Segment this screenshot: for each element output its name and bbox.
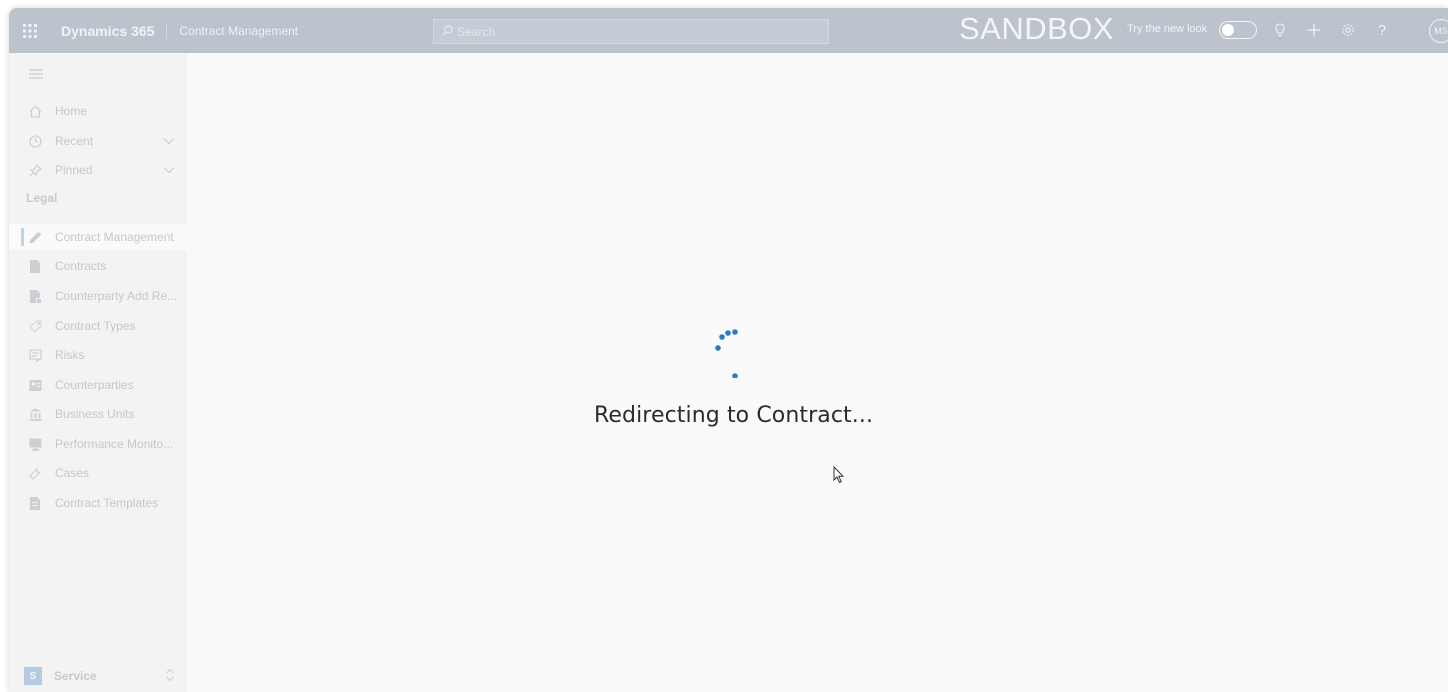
document-icon (27, 258, 43, 274)
new-look-toggle[interactable] (1219, 21, 1257, 39)
sidebar-item-counterparty-add-requests[interactable]: Counterparty Add Re... (9, 283, 187, 309)
pencil-icon (27, 229, 43, 245)
sidebar-item-label: Cases (55, 466, 90, 480)
sidebar-item-label: Counterparties (55, 378, 134, 392)
sidebar-item-contract-types[interactable]: Contract Types (9, 313, 187, 339)
sidebar-item-label: Risks (55, 348, 85, 362)
tag-icon (27, 318, 43, 334)
sidebar-item-contracts[interactable]: Contracts (9, 253, 187, 279)
sidebar-item-label: Contract Types (55, 319, 136, 333)
sidebar-item-label: Recent (55, 134, 94, 148)
sidebar-item-label: Pinned (55, 163, 93, 177)
wrench-icon (27, 465, 43, 481)
pin-icon (27, 162, 43, 178)
area-badge: S (24, 667, 42, 685)
document-add-icon (27, 288, 43, 304)
sidebar-item-label: Home (55, 104, 88, 118)
monitor-icon (27, 436, 43, 452)
loading-message: Redirecting to Contract... (594, 403, 874, 428)
sidebar: Home Recent Pinned Legal Contract Manage… (9, 53, 187, 692)
app-name[interactable]: Contract Management (179, 24, 298, 38)
sidebar-item-cases[interactable]: Cases (9, 460, 187, 486)
sidebar-item-pinned[interactable]: Pinned (9, 157, 187, 183)
search-input[interactable] (457, 24, 817, 39)
waffle-icon[interactable] (9, 8, 51, 53)
section-title: Legal (26, 191, 58, 205)
sidebar-item-contract-templates[interactable]: Contract Templates (9, 490, 187, 516)
mouse-cursor-icon (833, 465, 845, 489)
toggle-knob (1222, 24, 1234, 36)
clock-icon (27, 133, 43, 149)
top-bar: Dynamics 365 Contract Management SANDBOX… (9, 8, 1448, 53)
sidebar-item-counterparties[interactable]: Counterparties (9, 372, 187, 398)
lightbulb-icon[interactable] (1269, 19, 1291, 41)
sidebar-item-label: Contract Templates (55, 496, 159, 510)
sidebar-item-business-units[interactable]: Business Units (9, 401, 187, 427)
main-content (187, 53, 1448, 692)
avatar[interactable]: MS (1429, 19, 1448, 43)
gear-icon[interactable] (1337, 19, 1359, 41)
chevron-down-icon[interactable] (163, 134, 175, 148)
sidebar-item-performance-monitoring[interactable]: Performance Monito... (9, 431, 187, 457)
sidebar-item-home[interactable]: Home (9, 98, 187, 124)
contacts-icon (27, 377, 43, 393)
environment-label: SANDBOX (959, 11, 1115, 46)
sidebar-item-label: Contracts (55, 259, 107, 273)
area-switcher[interactable]: S Service (9, 660, 187, 692)
sidebar-item-label: Counterparty Add Re... (55, 289, 178, 303)
sidebar-item-label: Performance Monito... (55, 437, 174, 451)
sidebar-item-contract-management[interactable]: Contract Management (9, 224, 187, 250)
risk-icon (27, 347, 43, 363)
plus-icon[interactable] (1303, 19, 1325, 41)
area-label: Service (54, 669, 97, 683)
loading-spinner-icon (694, 318, 740, 379)
search-box[interactable] (433, 19, 829, 44)
sidebar-item-label: Business Units (55, 407, 135, 421)
divider (166, 22, 168, 39)
hamburger-icon[interactable] (29, 68, 43, 82)
sidebar-item-risks[interactable]: Risks (9, 342, 187, 368)
template-icon (27, 495, 43, 511)
try-new-look-label: Try the new look (1127, 23, 1208, 35)
brand-name[interactable]: Dynamics 365 (61, 23, 154, 39)
sidebar-item-recent[interactable]: Recent (9, 128, 187, 154)
home-icon (27, 103, 43, 119)
chevron-down-icon[interactable] (163, 163, 175, 177)
sidebar-item-label: Contract Management (55, 230, 174, 244)
help-icon[interactable]: ? (1371, 19, 1393, 41)
chevron-up-down-icon[interactable] (165, 668, 175, 685)
search-icon (442, 24, 453, 39)
bank-icon (27, 406, 43, 422)
